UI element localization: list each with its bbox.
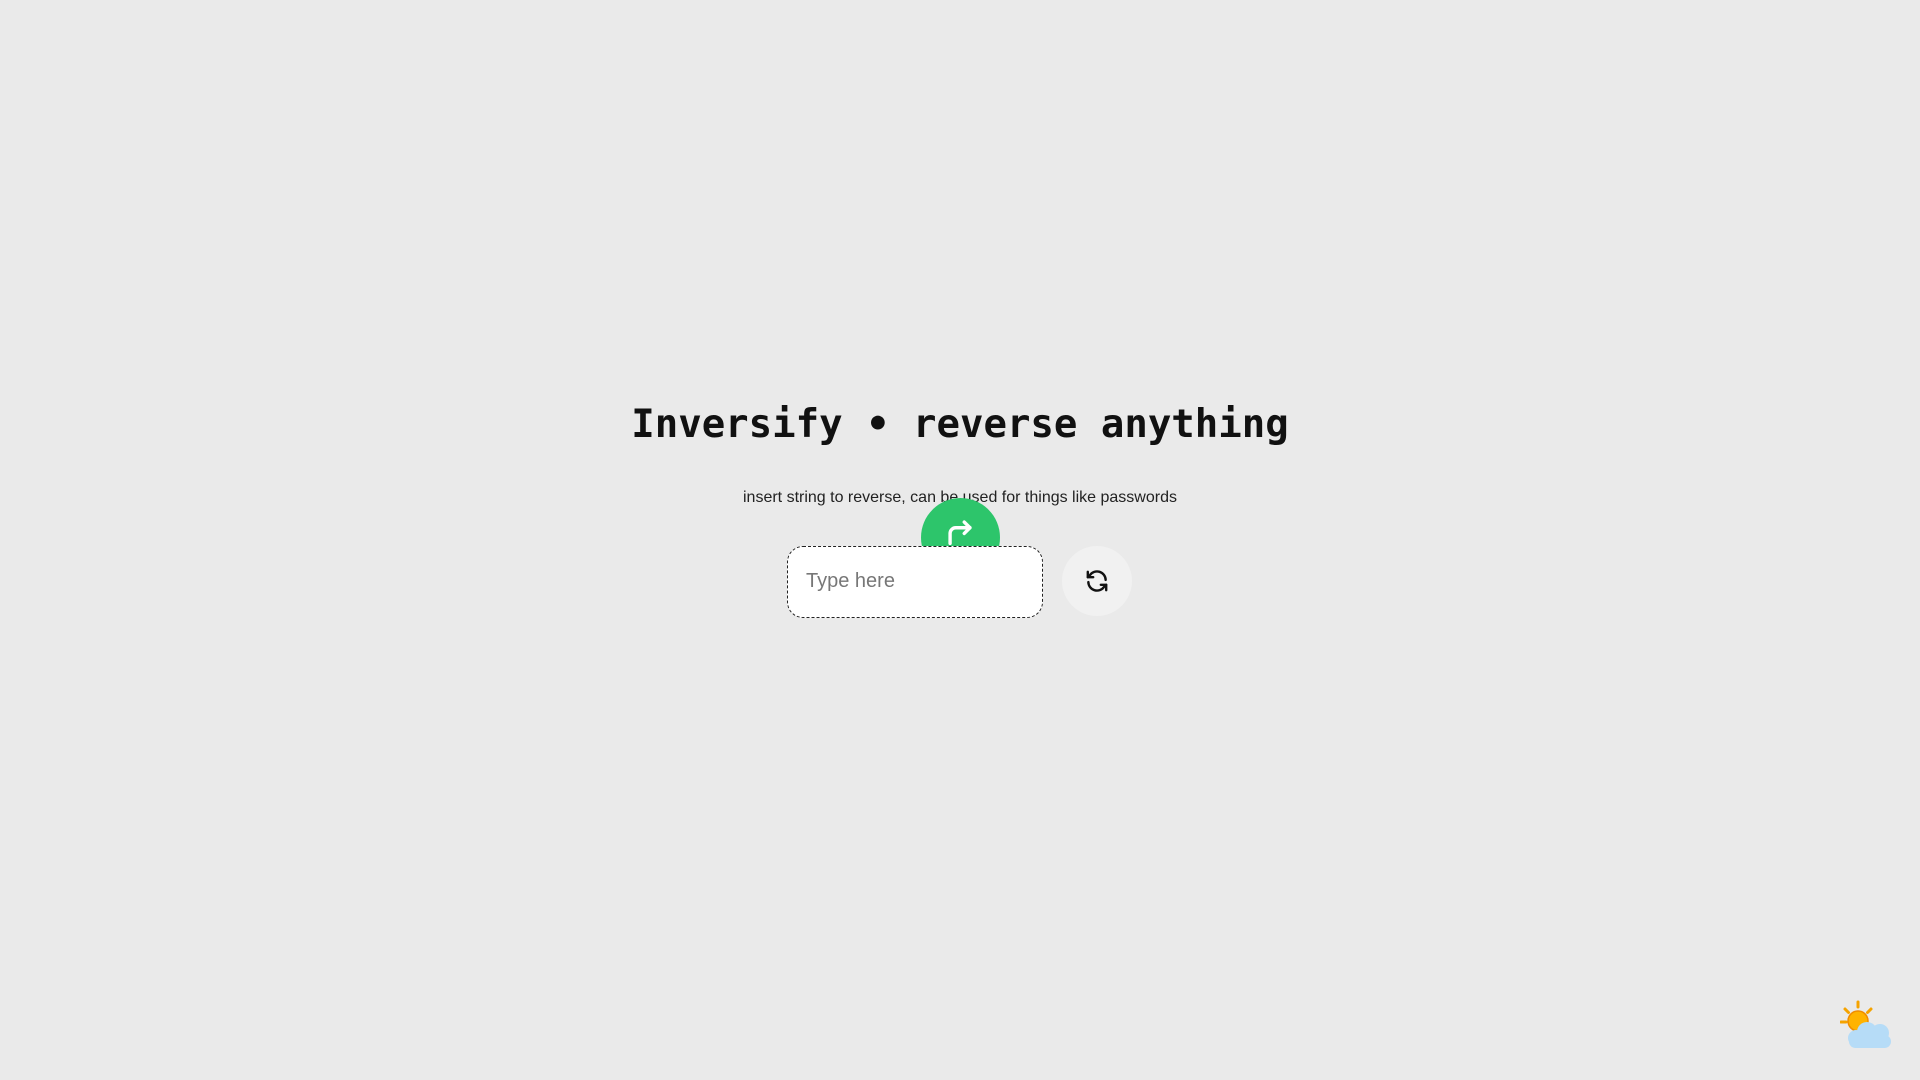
refresh-icon [1086, 570, 1108, 592]
redo-arrow-icon [948, 520, 972, 546]
refresh-button[interactable] [1062, 546, 1132, 616]
page: Inversify • reverse anything insert stri… [0, 0, 1920, 1080]
sun-behind-cloud-icon [1839, 1000, 1891, 1048]
page-title: Inversify • reverse anything [631, 402, 1289, 447]
string-input[interactable] [806, 547, 1026, 616]
theme-toggle-button[interactable] [1839, 1000, 1896, 1050]
text-input-container [787, 546, 1043, 618]
